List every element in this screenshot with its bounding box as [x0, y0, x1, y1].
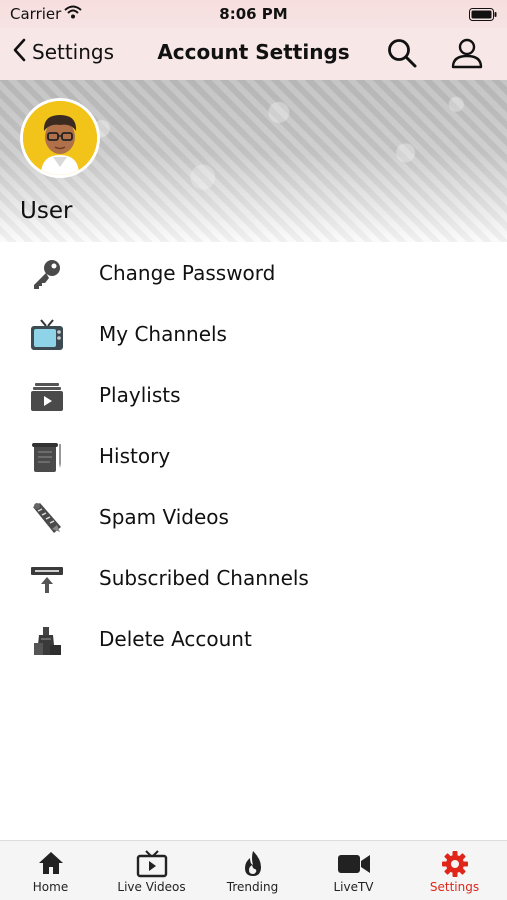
delete-account-icon [30, 623, 64, 657]
key-icon [30, 257, 64, 291]
menu-item-history[interactable]: History [0, 426, 507, 487]
user-name: User [20, 198, 73, 224]
avatar[interactable] [20, 98, 100, 178]
menu-item-change-password[interactable]: Change Password [0, 243, 507, 304]
back-button-label: Settings [32, 40, 115, 64]
tab-label: Settings [429, 880, 480, 894]
tv-icon [30, 318, 64, 352]
menu-item-delete-account[interactable]: Delete Account [0, 609, 507, 670]
tab-label: LiveTV [333, 880, 374, 894]
clock: 8:06 PM [219, 5, 288, 23]
menu-item-playlists[interactable]: Playlists [0, 365, 507, 426]
live-tv-icon [101, 850, 202, 878]
navigation-bar: Settings Account Settings [0, 28, 507, 80]
flame-icon [202, 850, 303, 878]
battery-icon [469, 7, 497, 25]
profile-button[interactable] [450, 37, 484, 73]
back-button[interactable]: Settings [12, 38, 114, 66]
menu-item-label: Change Password [99, 261, 276, 285]
menu-item-label: Playlists [99, 383, 181, 407]
history-scroll-icon [30, 440, 64, 474]
tab-livetv[interactable]: LiveTV [303, 841, 404, 900]
spam-video-icon [30, 501, 64, 535]
tab-label: Live Videos [117, 880, 186, 894]
search-icon [386, 39, 418, 73]
menu-item-label: Delete Account [99, 627, 252, 651]
menu-item-label: Spam Videos [99, 505, 229, 529]
tab-trending[interactable]: Trending [202, 841, 303, 900]
tab-home[interactable]: Home [0, 841, 101, 900]
status-bar: Carrier 8:06 PM [0, 0, 507, 28]
menu-item-subscribed-channels[interactable]: Subscribed Channels [0, 548, 507, 609]
tab-settings[interactable]: Settings [404, 841, 505, 900]
home-icon [0, 850, 101, 878]
menu-item-my-channels[interactable]: My Channels [0, 304, 507, 365]
tab-live-videos[interactable]: Live Videos [101, 841, 202, 900]
chevron-left-icon [12, 38, 26, 66]
search-button[interactable] [386, 37, 418, 73]
tab-bar: Home Live Videos Trending LiveTV Setting… [0, 840, 507, 900]
menu-item-label: History [99, 444, 171, 468]
user-icon [450, 38, 484, 73]
menu-item-label: My Channels [99, 322, 227, 346]
playlist-icon [30, 379, 64, 413]
tab-label: Home [32, 880, 69, 894]
menu-item-spam-videos[interactable]: Spam Videos [0, 487, 507, 548]
tab-label: Trending [226, 880, 279, 894]
avatar-image [23, 101, 97, 175]
menu-item-label: Subscribed Channels [99, 566, 309, 590]
gear-icon [404, 850, 505, 878]
video-camera-icon [303, 850, 404, 878]
subscribe-icon [30, 562, 64, 596]
